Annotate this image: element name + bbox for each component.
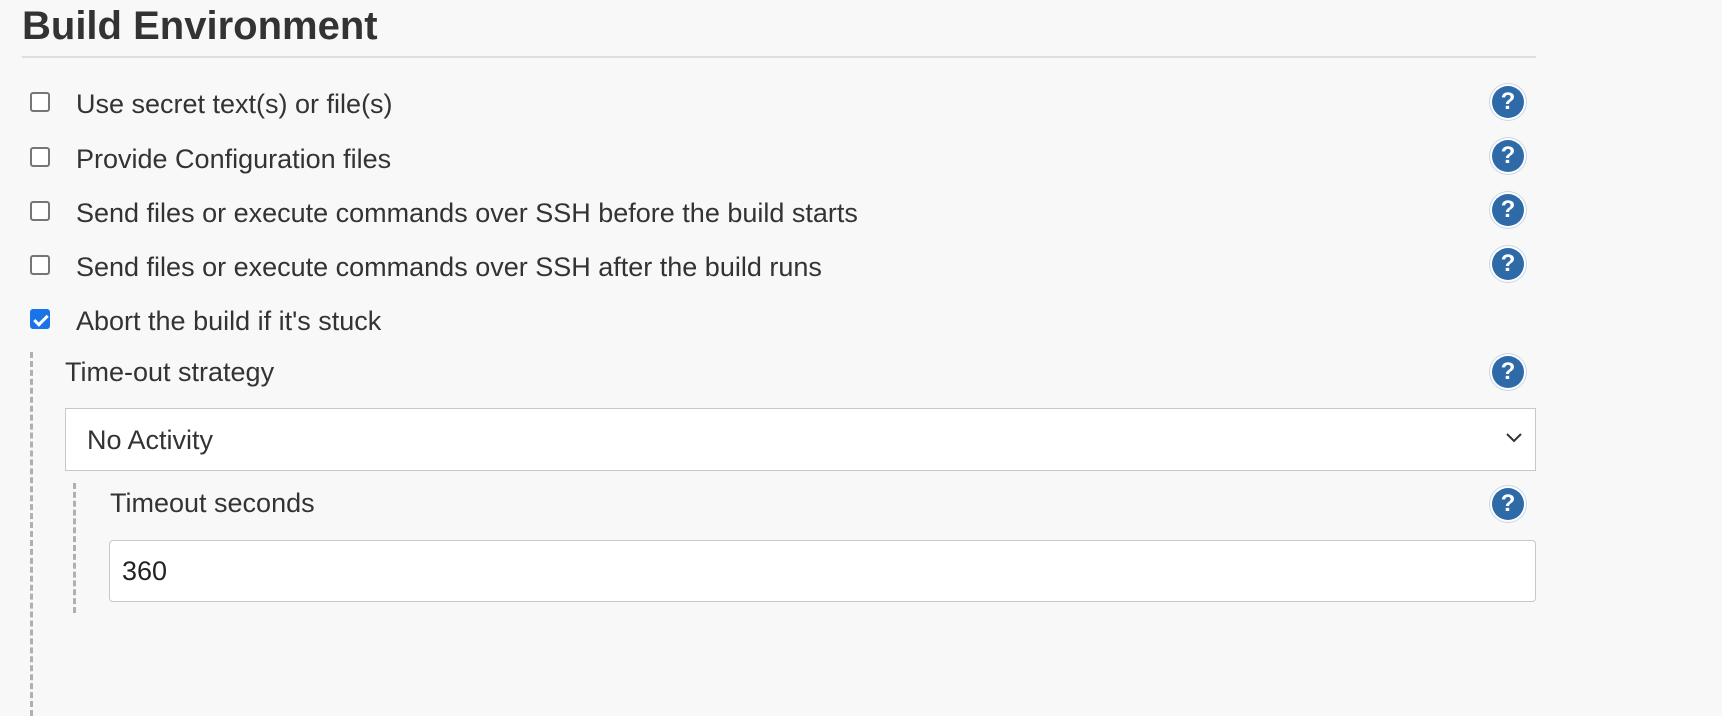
- abort-if-stuck-label[interactable]: Abort the build if it's stuck: [76, 304, 381, 338]
- help-icon-glyph: ?: [1500, 358, 1516, 385]
- help-icon-glyph: ?: [1500, 250, 1516, 277]
- help-icon[interactable]: ?: [1492, 356, 1524, 388]
- timeout-strategy-label: Time-out strategy: [65, 357, 275, 387]
- option-ssh-after-build: Send files or execute commands over SSH …: [0, 247, 1558, 287]
- help-icon-glyph: ?: [1500, 490, 1516, 517]
- help-icon[interactable]: ?: [1492, 488, 1524, 520]
- section-divider: [22, 56, 1536, 58]
- nested-section-indicator: [30, 352, 33, 716]
- section-title: Build Environment: [22, 4, 378, 48]
- ssh-before-build-checkbox[interactable]: [30, 201, 50, 221]
- provide-config-files-checkbox[interactable]: [30, 147, 50, 167]
- timeout-strategy-select[interactable]: No Activity: [65, 408, 1536, 471]
- ssh-after-build-label[interactable]: Send files or execute commands over SSH …: [76, 250, 822, 284]
- provide-config-files-label[interactable]: Provide Configuration files: [76, 142, 391, 176]
- ssh-after-build-checkbox[interactable]: [30, 255, 50, 275]
- nested-subsection-indicator: [73, 483, 76, 613]
- build-environment-section: Build Environment Use secret text(s) or …: [0, 0, 1722, 716]
- use-secret-text-checkbox[interactable]: [30, 92, 50, 112]
- help-icon-glyph: ?: [1500, 88, 1516, 115]
- timeout-seconds-input[interactable]: 360: [109, 540, 1536, 602]
- option-provide-config-files: Provide Configuration files: [0, 139, 1558, 179]
- chevron-down-icon: [1506, 433, 1522, 443]
- option-ssh-before-build: Send files or execute commands over SSH …: [0, 193, 1558, 233]
- option-use-secret-text: Use secret text(s) or file(s): [0, 84, 1558, 124]
- use-secret-text-label[interactable]: Use secret text(s) or file(s): [76, 87, 393, 121]
- abort-if-stuck-checkbox[interactable]: [30, 309, 50, 329]
- timeout-seconds-value: 360: [122, 556, 168, 586]
- help-icon[interactable]: ?: [1492, 248, 1524, 280]
- help-icon-glyph: ?: [1500, 196, 1516, 223]
- help-icon[interactable]: ?: [1492, 86, 1524, 118]
- help-icon[interactable]: ?: [1492, 140, 1524, 172]
- timeout-strategy-selected-value: No Activity: [87, 425, 214, 455]
- help-icon[interactable]: ?: [1492, 194, 1524, 226]
- timeout-seconds-label: Timeout seconds: [110, 488, 315, 518]
- ssh-before-build-label[interactable]: Send files or execute commands over SSH …: [76, 196, 858, 230]
- option-abort-if-stuck: Abort the build if it's stuck: [0, 301, 1558, 341]
- help-icon-glyph: ?: [1500, 142, 1516, 169]
